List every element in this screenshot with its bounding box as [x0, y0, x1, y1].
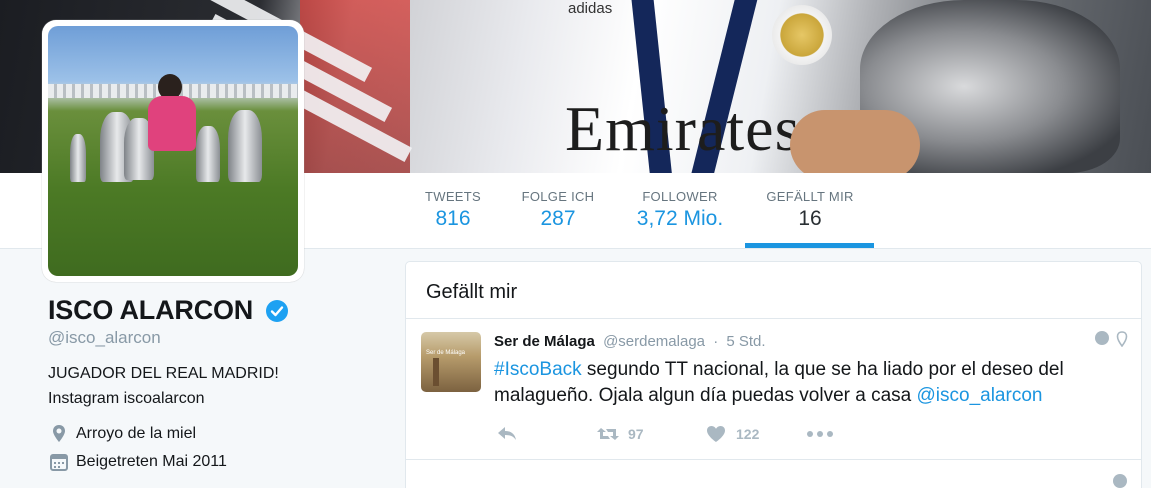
stat-label: GEFÄLLT MIR [766, 189, 854, 204]
more-button[interactable] [806, 430, 834, 438]
avatar-text: Ser de Málaga [426, 350, 466, 356]
stat-following[interactable]: FOLGE ICH 287 [518, 189, 598, 231]
joined-text: Beigetreten Mai 2011 [76, 453, 227, 470]
map-pin-icon [53, 425, 65, 442]
reply-button[interactable] [496, 425, 596, 443]
separator-dot: · [713, 333, 719, 350]
more-dots-icon [807, 431, 833, 437]
bio-line: Instagram iscoalarcon [48, 390, 205, 407]
reply-icon [498, 427, 516, 440]
profile-name: ISCO ALARCON [48, 295, 254, 325]
globe-icon [1095, 331, 1109, 345]
banner-brand-text: adidas [568, 0, 613, 17]
globe-icon [1113, 474, 1127, 488]
stat-value: 816 [435, 207, 471, 230]
tweet-text: #IscoBack segundo TT nacional, la que se… [494, 357, 1114, 409]
location-text: Arroyo de la miel [76, 425, 197, 442]
retweet-button[interactable]: 97 [596, 425, 706, 443]
tweet-header: Ser de Málaga @serdemalaga · 5 Std. [494, 333, 766, 350]
bio-line: JUGADOR DEL REAL MADRID! [48, 365, 279, 382]
tweet-author-handle[interactable]: @serdemalaga [603, 333, 705, 350]
map-pin-icon [1116, 331, 1128, 347]
hashtag-link[interactable]: #IscoBack [494, 359, 582, 380]
stat-label: FOLLOWER [642, 189, 718, 204]
real-madrid-crest [772, 5, 832, 65]
likes-timeline-card: Gefällt mir Ser de Málaga Ser de Málaga … [405, 261, 1142, 488]
profile-bio: JUGADOR DEL REAL MADRID! Instagram iscoa… [48, 361, 279, 411]
profile-location: Arroyo de la miel [48, 423, 196, 445]
retweet-count: 97 [628, 426, 644, 442]
like-button[interactable]: 122 [706, 425, 806, 443]
tweet-timestamp[interactable]: 5 Std. [726, 333, 765, 350]
profile-handle[interactable]: @isco_alarcon [48, 328, 161, 348]
card-title: Gefällt mir [426, 281, 518, 303]
heart-icon [707, 426, 725, 442]
mention-link[interactable]: @isco_alarcon [917, 385, 1043, 406]
tweet-author-avatar[interactable]: Ser de Málaga [421, 332, 481, 392]
stat-tweets[interactable]: TWEETS 816 [424, 189, 482, 231]
tweet-author-name[interactable]: Ser de Málaga [494, 333, 595, 350]
stat-followers[interactable]: FOLLOWER 3,72 Mio. [633, 189, 727, 231]
active-tab-indicator [745, 243, 874, 248]
banner-sponsor-text: Emirates [565, 93, 801, 164]
stat-value: 16 [798, 207, 822, 230]
tweet-item[interactable]: Ser de Málaga Ser de Málaga @serdemalaga… [406, 319, 1141, 459]
tweet-geo [1095, 331, 1129, 347]
profile-joined: Beigetreten Mai 2011 [48, 451, 227, 473]
verified-badge-icon [266, 300, 288, 322]
calendar-icon [50, 454, 68, 471]
divider [406, 459, 1141, 460]
stat-value: 3,72 Mio. [636, 207, 724, 230]
stat-label: TWEETS [425, 189, 481, 204]
stat-value: 287 [540, 207, 576, 230]
retweet-icon [597, 428, 619, 440]
stat-likes[interactable]: GEFÄLLT MIR 16 [763, 189, 857, 231]
like-count: 122 [736, 426, 760, 442]
tweet-actions: 97 122 [496, 425, 834, 443]
stat-label: FOLGE ICH [521, 189, 595, 204]
profile-avatar[interactable] [42, 20, 304, 282]
